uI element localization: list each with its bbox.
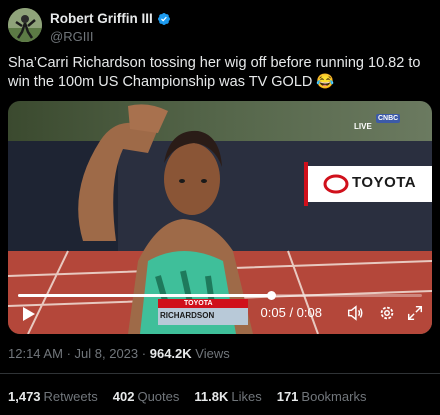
divider <box>0 373 440 374</box>
tweet-time[interactable]: 12:14 AM <box>8 346 63 361</box>
engagement-stats: 1,473 Retweets 402 Quotes 11.8K Likes 171 Bo… <box>8 389 366 404</box>
tweet-date[interactable]: Jul 8, 2023 <box>75 346 139 361</box>
views-count: 964.2K <box>149 346 192 361</box>
fullscreen-icon[interactable] <box>406 304 424 322</box>
settings-gear-icon[interactable] <box>378 304 396 322</box>
network-badge: CNBC <box>376 114 401 123</box>
play-icon[interactable] <box>18 304 38 324</box>
author-handle[interactable]: @RGIII <box>50 29 94 44</box>
volume-icon[interactable] <box>346 304 364 322</box>
meta-separator: · <box>141 346 147 361</box>
quotes-stat[interactable]: 402 Quotes <box>113 389 180 404</box>
likes-stat[interactable]: 11.8K Likes <box>194 389 261 404</box>
retweets-stat[interactable]: 1,473 Retweets <box>8 389 98 404</box>
live-badge: LIVE <box>354 122 372 131</box>
tweet-header: Robert Griffin III @RGIII <box>8 8 432 44</box>
avatar[interactable] <box>8 8 42 42</box>
sponsor-banner-text: TOYOTA <box>352 174 417 191</box>
tweet-text: Sha’Carri Richardson tossing her wig off… <box>8 55 421 90</box>
video-controls: 0:05 / 0:08 <box>8 291 432 334</box>
time-label: 0:05 / 0:08 <box>260 305 322 320</box>
tweet-meta: 12:14 AM · Jul 8, 2023 · 964.2K Views <box>8 346 230 361</box>
video-player[interactable]: LIVE CNBC TOYOTA TOYOTA RICHARDSON 0:05 … <box>8 101 432 334</box>
views-label: Views <box>195 346 230 361</box>
meta-separator: · <box>66 346 71 361</box>
progress-bar[interactable] <box>18 291 422 300</box>
author-name[interactable]: Robert Griffin III <box>50 11 153 26</box>
verified-badge-icon <box>157 12 170 25</box>
progress-knob[interactable] <box>266 291 276 300</box>
progress-fill <box>18 294 271 297</box>
bookmarks-stat[interactable]: 171 Bookmarks <box>277 389 367 404</box>
